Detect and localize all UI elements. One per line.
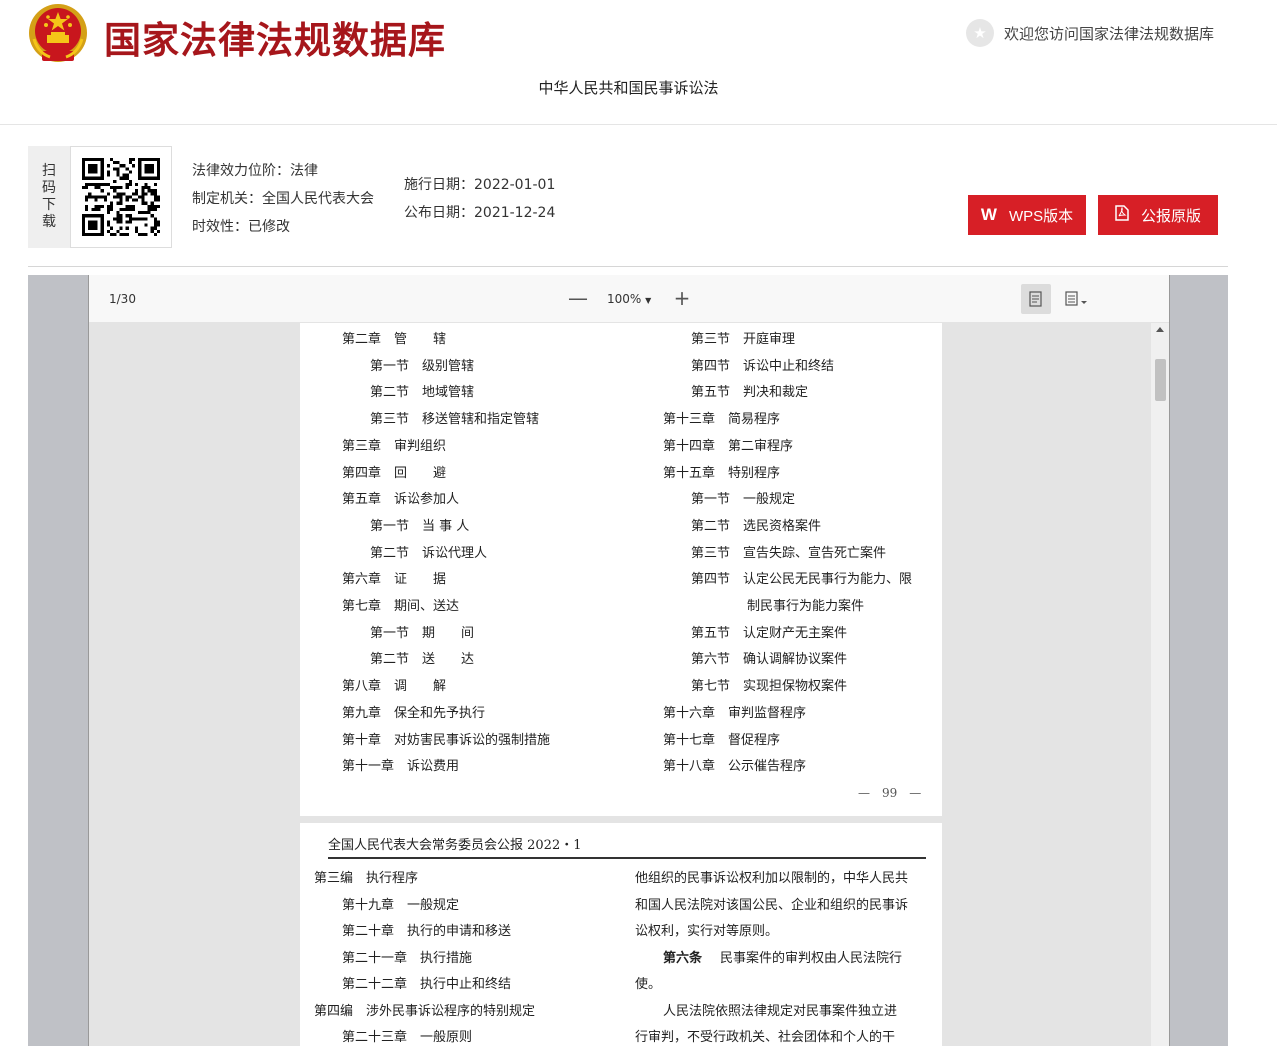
welcome-text: 欢迎您访问国家法律法规数据库	[1004, 24, 1215, 43]
toc-line: 第一节 一般规定	[691, 492, 796, 508]
zoom-in-button[interactable]: +	[671, 287, 693, 309]
toc-line: 第二十一章 执行措施	[342, 950, 473, 966]
body-text-line: 讼权利，实行对等原则。	[635, 924, 779, 939]
toc-line: 第四节 诉讼中止和终结	[691, 358, 835, 374]
toc-line: 第三节 开庭审理	[691, 332, 796, 347]
toc-line: 第四章 回 避	[342, 465, 447, 481]
toc-line: 第三节 移送管辖和指定管辖	[370, 412, 540, 428]
toc-line: 第二十章 执行的申请和移送	[342, 924, 512, 939]
body-text-line: 人民法院依照法律规定对民事案件独立进	[663, 1003, 898, 1019]
toc-line: 第一节 当 事 人	[370, 518, 470, 534]
wps-icon: W	[980, 205, 997, 224]
effective-date: 施行日期：2022-01-01	[404, 177, 556, 193]
toc-line: 第九章 保全和先予执行	[342, 705, 486, 721]
toc-line: 第十章 对妨害民事诉讼的强制措施	[342, 732, 551, 748]
toc-line: 第十五章 特别程序	[663, 465, 781, 481]
divider	[28, 266, 1228, 267]
qr-code[interactable]	[70, 146, 172, 248]
wps-version-button[interactable]: W WPS版本	[968, 195, 1086, 235]
toc-line: 第十一章 诉讼费用	[342, 759, 460, 775]
toc-line: 第七章 期间、送达	[342, 599, 460, 614]
toc-line: 第四节 认定公民无民事行为能力、限	[691, 572, 913, 588]
pdf-page: 第二章 管 辖第一节 级别管辖 第二节 地域管辖第三节 移送管辖和指定管辖第三章 …	[300, 323, 942, 816]
toc-line: 第七节 实现担保物权案件	[691, 679, 848, 695]
toc-line: 第十四章 第二审程序	[663, 438, 794, 454]
law-info-bar: 扫 码 下 载 法律效力位阶：法律 制定机关：全国人民代表大会 时效性：已修改 …	[28, 146, 1228, 250]
toc-line: 第二十二章 执行中止和终结	[342, 977, 512, 992]
national-emblem-logo	[29, 4, 87, 62]
gazette-original-button[interactable]: 公报原版	[1098, 195, 1218, 235]
toc-line: 制民事行为能力案件	[747, 599, 865, 614]
toc-line: 第五节 判决和裁定	[691, 385, 809, 401]
toc-line: 第二章 管 辖	[342, 332, 447, 347]
toc-line: 第十三章 简易程序	[663, 412, 781, 428]
site-header: 国家法律法规数据库 ★ 欢迎您访问国家法律法规数据库 中华人民共和国民事诉讼法	[0, 0, 1277, 125]
toc-line: 第一节 期 间	[370, 625, 475, 641]
page-indicator: 1/30	[109, 292, 136, 306]
zoom-out-button[interactable]: —	[567, 287, 589, 309]
toc-line: 第三编 执行程序	[314, 871, 419, 886]
toc-line: 第十九章 一般规定	[342, 897, 460, 913]
pdf-frame: 1/30 — 100% ▼ + 第二章 管 辖第一节 级别管辖 第二节 地域管辖第…	[88, 275, 1170, 1053]
gazette-header: 全国人民代表大会常务委员会公报 2022・1	[328, 838, 582, 853]
body-text-line: 民事案件的审判权由人民法院行	[720, 950, 903, 966]
header-rule	[328, 857, 926, 859]
toc-line: 第三章 审判组织	[342, 438, 447, 454]
toc-line: 第二十三章 一般原则	[342, 1030, 473, 1045]
toc-line: 第一节 级别管辖	[370, 358, 475, 374]
publish-date: 公布日期：2021-12-24	[404, 205, 556, 221]
body-text-line: 行审判，不受行政机关、社会团体和个人的干	[635, 1030, 896, 1045]
toc-line: 第十七章 督促程序	[663, 732, 781, 748]
caret-down-icon: ▼	[645, 296, 652, 305]
pdf-toolbar: 1/30 — 100% ▼ +	[89, 275, 1169, 323]
article-heading: 第六条	[663, 950, 703, 966]
toc-line: 第三节 宣告失踪、宣告死亡案件	[691, 545, 887, 561]
toc-line: 第二节 诉讼代理人	[370, 545, 488, 561]
pdf-icon	[1115, 204, 1129, 226]
scroll-thumb[interactable]	[1155, 359, 1166, 401]
toc-line: 第二节 选民资格案件	[691, 518, 822, 534]
toc-line: 第六节 确认调解协议案件	[691, 652, 848, 668]
toc-line: 第二节 地域管辖	[370, 385, 475, 401]
effect-level: 法律效力位阶：法律	[192, 163, 318, 179]
pdf-viewer: 1/30 — 100% ▼ + 第二章 管 辖第一节 级别管辖 第二节 地域管辖第…	[28, 275, 1228, 1053]
zoom-select[interactable]: 100% ▼	[607, 292, 651, 306]
validity-status: 时效性：已修改	[192, 219, 290, 235]
toc-line: 第五章 诉讼参加人	[342, 492, 460, 508]
vertical-scrollbar[interactable]	[1151, 323, 1169, 1046]
pdf-page: 全国人民代表大会常务委员会公报 2022・1 第三编 执行程序第十九章 一般规定…	[300, 823, 942, 1053]
scroll-up-arrow[interactable]	[1156, 327, 1164, 332]
scan-download-label: 扫 码 下 载	[28, 146, 70, 248]
view-mode-icon[interactable]	[1061, 284, 1091, 314]
toc-line: 第十六章 审判监督程序	[663, 705, 807, 721]
law-title: 中华人民共和国民事诉讼法	[538, 79, 719, 97]
body-text-line: 他组织的民事诉讼权利加以限制的，中华人民共	[635, 871, 909, 886]
issuing-body: 制定机关：全国人民代表大会	[192, 191, 374, 207]
toc-line: 第十八章 公示催告程序	[663, 759, 807, 775]
toc-line: 第五节 认定财产无主案件	[691, 625, 848, 641]
site-title: 国家法律法规数据库	[104, 18, 446, 62]
body-text-line: 使。	[635, 977, 662, 992]
toc-line: 第四编 涉外民事诉讼程序的特别规定	[314, 1003, 536, 1019]
star-icon[interactable]: ★	[966, 19, 994, 47]
body-text-line: 和国人民法院对该国公民、企业和组织的民事诉	[635, 897, 909, 913]
qr-code-image	[82, 158, 160, 236]
toc-line: 第六章 证 据	[342, 572, 447, 588]
toc-line: 第八章 调 解	[342, 679, 447, 695]
page-number: — 99 —	[858, 786, 922, 800]
welcome-message: ★ 欢迎您访问国家法律法规数据库	[966, 18, 1214, 48]
toc-line: 第二节 送 达	[370, 652, 475, 668]
document-outline-icon[interactable]	[1021, 284, 1051, 314]
